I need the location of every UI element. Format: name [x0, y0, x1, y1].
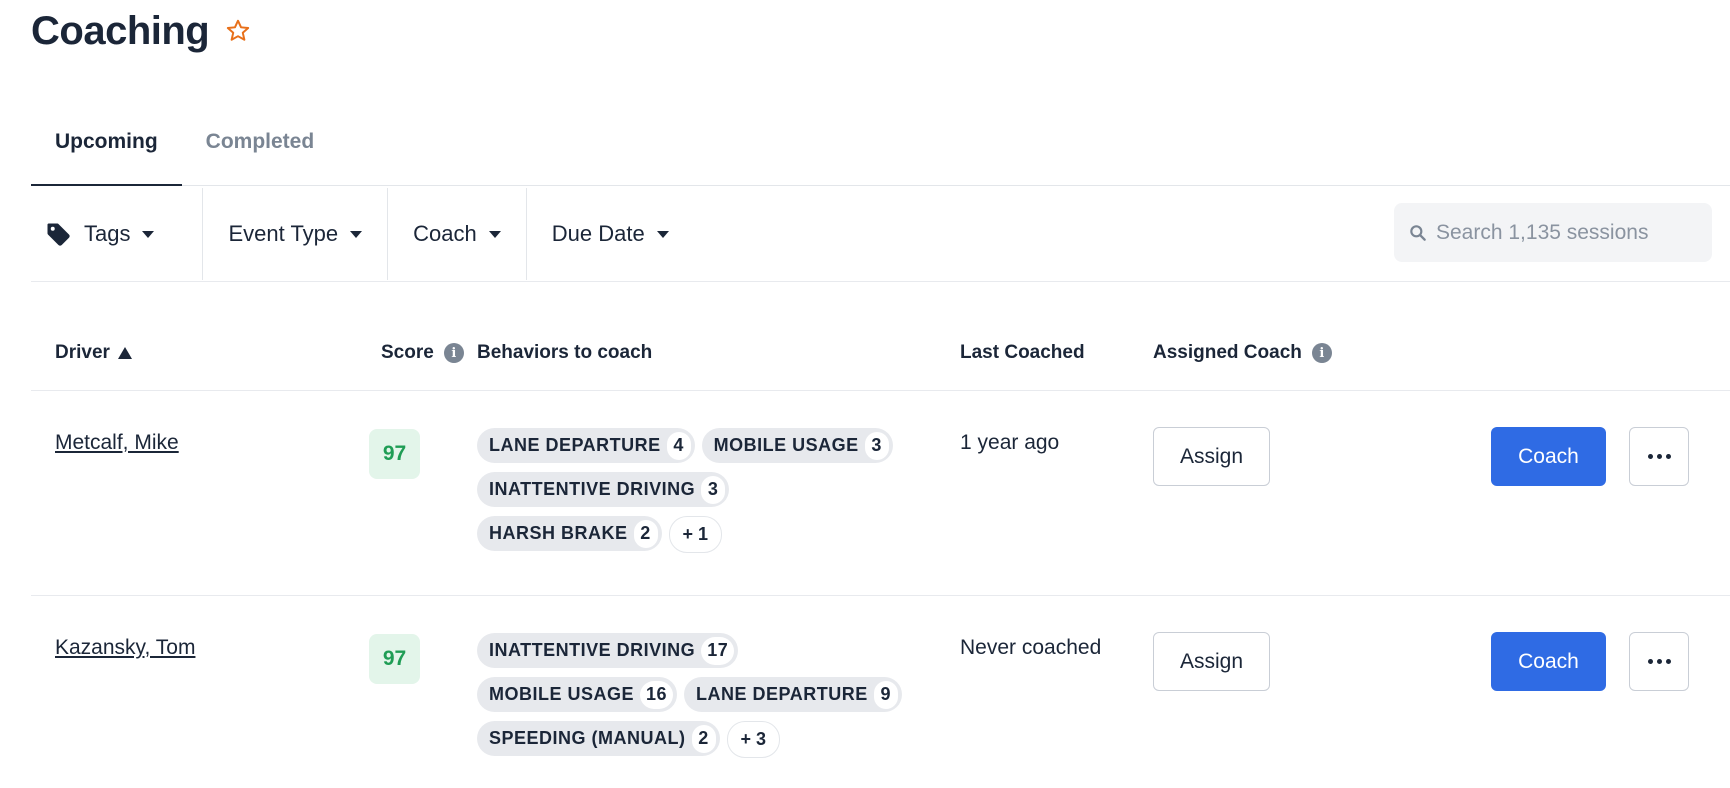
search-box[interactable]	[1394, 203, 1712, 262]
behavior-label: MOBILE USAGE	[489, 684, 635, 704]
tag-icon	[44, 220, 72, 248]
assigned-coach-column-header: Assigned Coach i	[1153, 342, 1332, 364]
info-icon[interactable]: i	[1311, 343, 1332, 363]
score-column-header: Score i	[381, 342, 464, 364]
assigned-coach-column-label: Assigned Coach	[1153, 342, 1302, 363]
driver-column-label: Driver	[55, 342, 110, 363]
last-coached-column-label: Last Coached	[960, 342, 1085, 363]
info-icon[interactable]: i	[443, 343, 464, 363]
behavior-chip[interactable]: HARSH BRAKE 2	[477, 516, 662, 551]
search-icon	[1408, 223, 1428, 243]
tags-filter[interactable]: Tags	[31, 188, 202, 280]
due-date-filter[interactable]: Due Date	[525, 188, 694, 280]
due-date-filter-label: Due Date	[551, 221, 645, 246]
behaviors-column-header: Behaviors to coach	[477, 342, 652, 364]
behavior-label: HARSH BRAKE	[489, 523, 628, 543]
assign-button[interactable]: Assign	[1153, 632, 1270, 691]
coach-button[interactable]: Coach	[1491, 427, 1606, 486]
behavior-chip[interactable]: INATTENTIVE DRIVING 17	[477, 633, 739, 668]
driver-column-header[interactable]: Driver	[55, 342, 132, 364]
more-behaviors-button[interactable]: + 3	[726, 721, 781, 758]
chevron-down-icon	[488, 230, 501, 238]
behavior-count: 9	[873, 680, 898, 709]
page-title: Coaching	[31, 8, 210, 53]
ellipsis-icon	[1647, 454, 1671, 459]
behavior-count: 16	[640, 680, 674, 709]
behavior-count: 17	[701, 636, 735, 665]
event-type-filter[interactable]: Event Type	[202, 188, 387, 280]
more-behaviors-button[interactable]: + 1	[668, 516, 723, 553]
behavior-count: 4	[666, 431, 691, 460]
behaviors-list: LANE DEPARTURE 4 MOBILE USAGE 3 INATTENTIV…	[477, 428, 947, 560]
tags-filter-label: Tags	[84, 221, 131, 246]
last-coached-column-header: Last Coached	[960, 342, 1085, 364]
search-input[interactable]	[1436, 220, 1696, 245]
behavior-chip[interactable]: SPEEDING (MANUAL) 2	[477, 721, 720, 756]
assign-button[interactable]: Assign	[1153, 427, 1270, 486]
behavior-count: 3	[864, 431, 889, 460]
behaviors-list: INATTENTIVE DRIVING 17 MOBILE USAGE 16 LAN…	[477, 633, 947, 765]
chevron-down-icon	[142, 230, 155, 238]
behavior-count: 2	[633, 519, 658, 548]
score-column-label: Score	[381, 342, 434, 363]
last-coached-text: Never coached	[960, 636, 1102, 659]
tab-upcoming[interactable]: Upcoming	[31, 110, 182, 186]
event-type-filter-label: Event Type	[228, 221, 339, 246]
table-header: Driver Score i Behaviors to coach Last C…	[31, 282, 1730, 391]
behavior-chip[interactable]: MOBILE USAGE 16	[477, 677, 678, 712]
driver-link[interactable]: Metcalf, Mike	[55, 431, 179, 455]
behavior-chip[interactable]: LANE DEPARTURE 4	[477, 428, 695, 463]
filter-bar: Tags Event Type Coach Due Date	[31, 187, 1730, 282]
coach-button[interactable]: Coach	[1491, 632, 1606, 691]
tab-completed[interactable]: Completed	[182, 110, 339, 186]
score-badge: 97	[369, 429, 420, 479]
more-actions-button[interactable]	[1629, 427, 1689, 486]
behavior-label: SPEEDING (MANUAL)	[489, 728, 686, 748]
coach-filter-label: Coach	[413, 221, 477, 246]
chevron-down-icon	[350, 230, 363, 238]
more-actions-button[interactable]	[1629, 632, 1689, 691]
chevron-down-icon	[656, 230, 669, 238]
behavior-label: INATTENTIVE DRIVING	[489, 479, 696, 499]
sort-ascending-icon	[117, 347, 132, 359]
behavior-chip[interactable]: MOBILE USAGE 3	[701, 428, 893, 463]
coach-filter[interactable]: Coach	[387, 188, 526, 280]
last-coached-text: 1 year ago	[960, 431, 1060, 454]
tab-bar: Upcoming Completed	[31, 110, 1730, 186]
behavior-count: 2	[691, 724, 716, 753]
behavior-chip[interactable]: LANE DEPARTURE 9	[684, 677, 902, 712]
behavior-label: LANE DEPARTURE	[696, 684, 868, 704]
star-icon[interactable]	[225, 18, 251, 44]
table-row: Kazansky, Tom 97 INATTENTIVE DRIVING 17 M…	[31, 596, 1730, 788]
score-badge: 97	[369, 634, 420, 684]
behaviors-column-label: Behaviors to coach	[477, 342, 653, 363]
behavior-chip[interactable]: INATTENTIVE DRIVING 3	[477, 472, 730, 507]
behavior-label: MOBILE USAGE	[713, 435, 859, 455]
ellipsis-icon	[1647, 659, 1671, 664]
behavior-label: LANE DEPARTURE	[489, 435, 661, 455]
page-header: Coaching	[31, 6, 251, 56]
behavior-count: 3	[701, 475, 726, 504]
table-row: Metcalf, Mike 97 LANE DEPARTURE 4 MOBILE …	[31, 391, 1730, 596]
behavior-label: INATTENTIVE DRIVING	[489, 640, 696, 660]
driver-link[interactable]: Kazansky, Tom	[55, 636, 195, 660]
